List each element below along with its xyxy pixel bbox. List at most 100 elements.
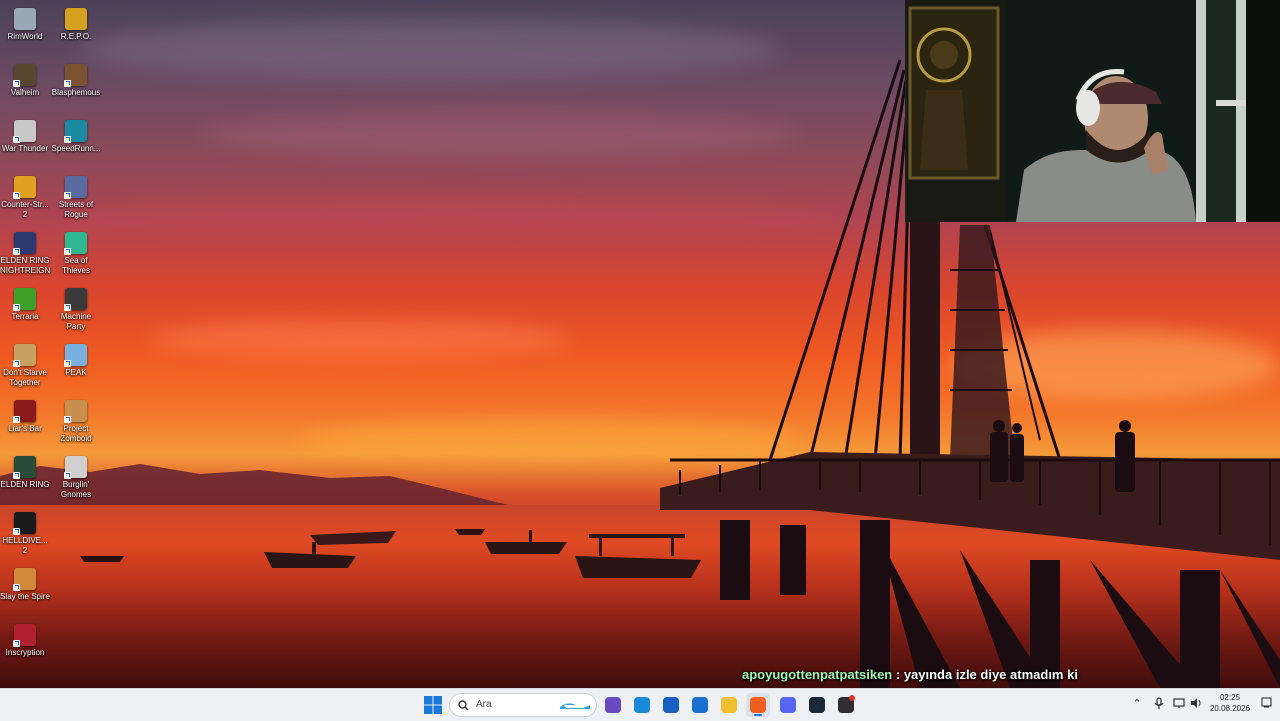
chat-text: yayında izle diye atmadım ki xyxy=(903,667,1078,682)
desktop-icon[interactable]: Inscryption xyxy=(0,620,50,658)
desktop-icon-label: ELDEN RING xyxy=(0,480,50,489)
peak-icon xyxy=(64,344,87,367)
dont-starve-together-icon xyxy=(13,344,36,367)
shortcut-arrow-icon xyxy=(13,80,20,87)
desktop-icon-label: SpeedRunn... xyxy=(51,144,101,153)
desktop-icon-label: HELLDIVE... 2 xyxy=(2,536,48,555)
shortcut-arrow-icon xyxy=(64,416,71,423)
desktop-icon-grid: RimWorld R.E.P.O. Valheim Blasphemous War Th… xyxy=(0,0,104,688)
shortcut-arrow-icon xyxy=(64,472,71,479)
taskbar-search-box[interactable]: Ara xyxy=(449,693,597,717)
desktop-icon[interactable]: Don't Starve Together xyxy=(0,340,50,388)
network-icon[interactable] xyxy=(1173,697,1185,711)
taskbar-app-button[interactable] xyxy=(630,693,654,717)
steam-icon xyxy=(809,697,825,713)
desktop-icon[interactable]: Slay the Spire xyxy=(0,564,50,602)
taskbar-app-button[interactable] xyxy=(776,693,800,717)
slay-the-spire-icon xyxy=(13,568,36,591)
shortcut-arrow-icon xyxy=(13,416,20,423)
inscryption-icon xyxy=(13,624,36,647)
desktop-icon-label: ELDEN RING NIGHTREIGN xyxy=(0,256,51,275)
volume-icon[interactable] xyxy=(1190,697,1202,711)
windows-logo-icon xyxy=(424,696,442,714)
project-zomboid-icon xyxy=(64,400,87,423)
desktop-icon-label: Slay the Spire xyxy=(0,592,50,601)
terraria-icon xyxy=(13,288,36,311)
taskbar-app-button[interactable] xyxy=(688,693,712,717)
firefox-icon xyxy=(750,697,766,713)
desktop-icon[interactable]: RimWorld xyxy=(0,4,50,42)
shortcut-arrow-icon xyxy=(13,192,20,199)
clock-time: 02:25 xyxy=(1219,693,1241,702)
clock[interactable]: 02:25 20.08.2026 xyxy=(1208,692,1252,714)
edge-icon xyxy=(634,697,650,713)
machine-party-icon xyxy=(64,288,87,311)
desktop-icon-label: Sea of Thieves xyxy=(61,256,90,275)
desktop-icon[interactable]: Terraria xyxy=(0,284,50,322)
boat xyxy=(485,530,567,554)
chevron-up-icon[interactable]: ⌃ xyxy=(1131,697,1143,711)
chat-username: apoyugottenpatpatsiken xyxy=(742,667,893,682)
shortcut-arrow-icon xyxy=(64,136,71,143)
desktop-icon[interactable]: SpeedRunn... xyxy=(51,116,101,154)
desktop-icon-label: Burglin' Gnomes xyxy=(60,480,92,499)
shortcut-arrow-icon xyxy=(13,472,20,479)
shortcut-arrow-icon xyxy=(13,304,20,311)
start-button[interactable] xyxy=(421,693,445,717)
notification-icon[interactable] xyxy=(1260,697,1272,711)
search-highlight-icon xyxy=(560,703,590,709)
shortcut-arrow-icon xyxy=(13,136,20,143)
discord-icon xyxy=(780,697,796,713)
webcam-overlay xyxy=(905,0,1280,222)
badge-dot xyxy=(849,695,855,701)
mail-icon xyxy=(692,697,708,713)
liars-bar-icon xyxy=(13,400,36,423)
desktop-icon[interactable]: Liar's Bar xyxy=(0,396,50,434)
desktop-icon[interactable]: ELDEN RING NIGHTREIGN xyxy=(0,228,50,276)
microphone-icon[interactable] xyxy=(1153,697,1165,711)
shortcut-arrow-icon xyxy=(64,304,71,311)
shortcut-arrow-icon xyxy=(64,248,71,255)
desktop-icon[interactable]: HELLDIVE... 2 xyxy=(0,508,50,556)
taskbar-app-button[interactable] xyxy=(805,693,829,717)
streamer-camera-feed xyxy=(906,0,1280,222)
sea-of-thieves-icon xyxy=(64,232,87,255)
shortcut-arrow-icon xyxy=(13,528,20,535)
shortcut-arrow-icon xyxy=(64,80,71,87)
desktop-icon[interactable]: Burglin' Gnomes xyxy=(51,452,101,500)
taskbar-app-button[interactable] xyxy=(717,693,741,717)
taskbar-app-button[interactable] xyxy=(659,693,683,717)
shortcut-arrow-icon xyxy=(13,640,20,647)
desktop-icon[interactable]: Blasphemous xyxy=(51,60,101,98)
desktop-icon-label: Counter-Str... 2 xyxy=(1,200,49,219)
shortcut-arrow-icon xyxy=(64,360,71,367)
desktop-icon[interactable]: Project Zomboid xyxy=(51,396,101,444)
chat-separator: : xyxy=(892,667,904,682)
desktop-icon[interactable]: Streets of Rogue xyxy=(51,172,101,220)
search-icon xyxy=(458,700,469,711)
desktop-icon[interactable]: PEAK xyxy=(51,340,101,378)
desktop-icon[interactable]: Machine Party xyxy=(51,284,101,332)
active-indicator xyxy=(754,714,762,716)
desktop-icon-label: Streets of Rogue xyxy=(58,200,94,219)
boat xyxy=(455,529,485,535)
shortcut-arrow-icon xyxy=(64,192,71,199)
boat xyxy=(310,531,396,545)
desktop-icon[interactable]: War Thunder xyxy=(0,116,50,154)
taskbar-app-button[interactable] xyxy=(834,693,858,717)
counter-strike-icon xyxy=(13,176,36,199)
desktop-icon[interactable]: Counter-Str... 2 xyxy=(0,172,50,220)
desktop-icon[interactable]: Sea of Thieves xyxy=(51,228,101,276)
desktop-icon[interactable]: Valheim xyxy=(0,60,50,98)
taskbar-app-button[interactable] xyxy=(746,693,770,717)
desktop-icon-label: Inscryption xyxy=(5,648,45,657)
search-placeholder: Ara xyxy=(476,699,492,710)
taskbar-app-button[interactable] xyxy=(601,693,625,717)
war-thunder-icon xyxy=(13,120,36,143)
desktop-icon-label: PEAK xyxy=(65,368,87,377)
desktop-icon-label: Liar's Bar xyxy=(8,424,42,433)
desktop-icon-label: Machine Party xyxy=(60,312,92,331)
desktop-icon[interactable]: ELDEN RING xyxy=(0,452,50,490)
desktop-icon[interactable]: R.E.P.O. xyxy=(51,4,101,42)
desktop-icon-label: RimWorld xyxy=(7,32,43,41)
